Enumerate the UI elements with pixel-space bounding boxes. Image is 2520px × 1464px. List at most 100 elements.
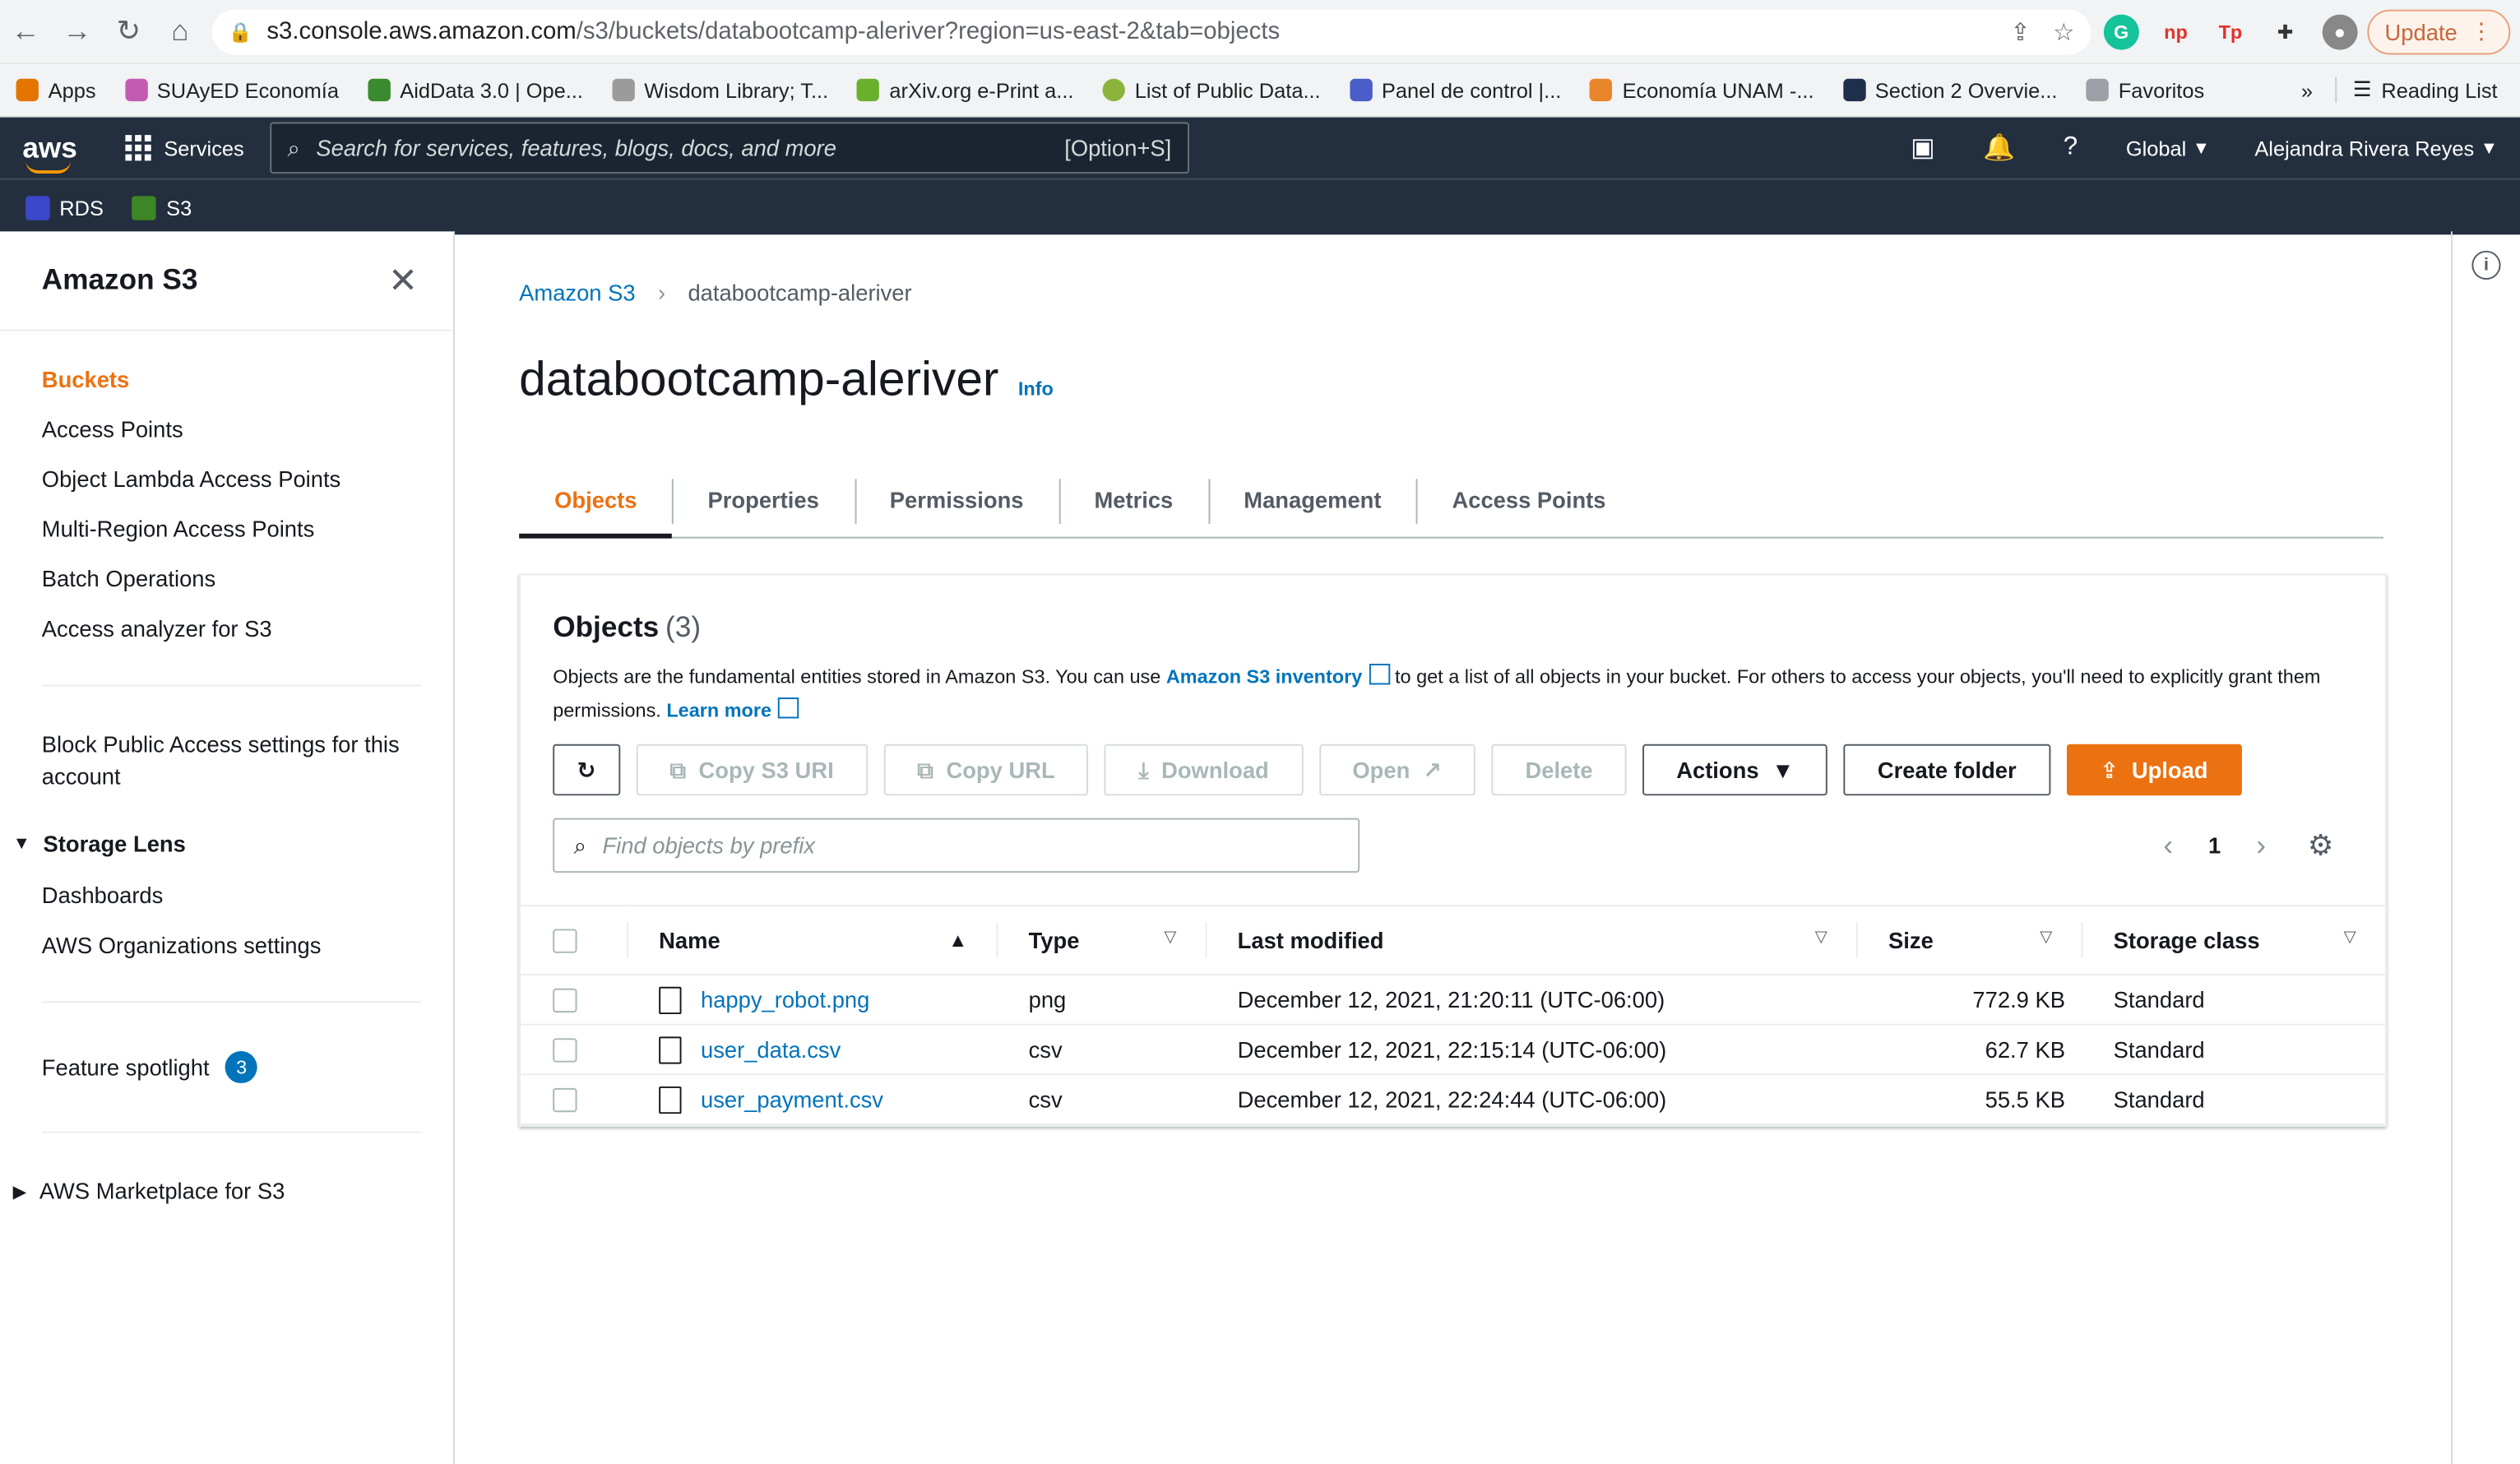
column-header-name[interactable]: Name ▲ (627, 905, 997, 976)
more-bookmarks-button[interactable]: » (2301, 78, 2313, 102)
tab-metrics[interactable]: Metrics (1058, 463, 1208, 537)
close-icon[interactable]: ✕ (388, 260, 418, 302)
sort-icon: ▽ (1164, 929, 1177, 947)
marketplace-section[interactable]: ▶ AWS Marketplace for S3 (0, 1165, 453, 1217)
divider (41, 1001, 421, 1003)
object-link[interactable]: user_payment.csv (701, 1086, 883, 1112)
column-header-type[interactable]: Type ▽ (996, 905, 1206, 976)
bookmark-arxiv[interactable]: arXiv.org e-Print a... (857, 78, 1073, 102)
extension-np-icon[interactable]: np (2158, 14, 2193, 49)
main-content: Amazon S3 › databootcamp-aleriver databo… (455, 231, 2520, 1464)
chevron-right-icon[interactable]: › (2256, 828, 2266, 862)
bookmark-panel[interactable]: Panel de control |... (1349, 78, 1561, 102)
info-icon[interactable]: i (2471, 250, 2501, 280)
home-icon[interactable]: ⌂ (155, 6, 206, 58)
create-folder-button[interactable]: Create folder (1843, 744, 2050, 796)
bookmark-section2[interactable]: Section 2 Overvie... (1842, 78, 2057, 102)
table-row[interactable]: happy_robot.png png December 12, 2021, 2… (521, 975, 2385, 1026)
button-label: Create folder (1877, 757, 2017, 783)
forward-icon[interactable]: → (52, 6, 104, 58)
bookmark-public-data[interactable]: List of Public Data... (1102, 78, 1321, 102)
sidebar-item-dashboards[interactable]: Dashboards (0, 869, 453, 920)
profile-avatar-icon[interactable]: ● (2322, 13, 2358, 49)
find-objects-input[interactable]: ⌕ Find objects by prefix (553, 818, 1360, 873)
select-all-checkbox[interactable] (553, 929, 577, 954)
aws-search-input[interactable]: ⌕ Search for services, features, blogs, … (270, 122, 1189, 174)
services-menu[interactable]: Services (125, 135, 244, 161)
refresh-button[interactable]: ↻ (553, 744, 620, 796)
sidebar-item-access-points[interactable]: Access Points (42, 403, 453, 453)
account-menu[interactable]: Alejandra Rivera Reyes ▾ (2254, 135, 2494, 160)
bookmark-economia[interactable]: Economía UNAM -... (1590, 77, 1814, 103)
sidebar-item-batch-operations[interactable]: Batch Operations (42, 553, 453, 603)
storage-lens-section[interactable]: ▼ Storage Lens (0, 818, 453, 870)
sidebar-item-org-settings[interactable]: AWS Organizations settings (0, 920, 453, 970)
copy-url-button[interactable]: ⧉ Copy URL (883, 744, 1089, 796)
grammarly-icon[interactable]: G (2103, 13, 2139, 49)
current-page[interactable]: 1 (2208, 832, 2221, 858)
reading-list-button[interactable]: ☰ Reading List (2335, 76, 2498, 104)
select-all-header (521, 905, 628, 976)
object-link[interactable]: happy_robot.png (701, 987, 869, 1012)
sidebar-item-multi-region[interactable]: Multi-Region Access Points (42, 503, 453, 554)
share-icon[interactable]: ⇪ (2010, 17, 2031, 45)
sidebar-item-object-lambda[interactable]: Object Lambda Access Points (42, 453, 453, 503)
help-icon[interactable]: ? (2064, 133, 2078, 162)
tab-management[interactable]: Management (1208, 463, 1416, 537)
actions-dropdown[interactable]: Actions ▼ (1642, 744, 1828, 796)
breadcrumb: Amazon S3 › databootcamp-aleriver (519, 280, 2520, 305)
bookmark-label: Economía UNAM -... (1622, 77, 1814, 103)
tab-access-points[interactable]: Access Points (1416, 463, 1641, 537)
page-title: databootcamp-aleriver (519, 353, 999, 407)
delete-button[interactable]: Delete (1491, 744, 1627, 796)
sidebar-item-access-analyzer[interactable]: Access analyzer for S3 (42, 603, 453, 653)
extension-tp-icon[interactable]: Tp (2212, 14, 2248, 49)
copy-s3-uri-button[interactable]: ⧉ Copy S3 URI (636, 744, 868, 796)
sidenav-title[interactable]: Amazon S3 (42, 263, 198, 297)
tab-objects[interactable]: Objects (519, 463, 674, 539)
favorite-rds[interactable]: RDS (25, 195, 104, 220)
column-header-last-modified[interactable]: Last modified ▽ (1205, 905, 1856, 976)
external-link-icon (777, 697, 799, 719)
upload-button[interactable]: ⇪ Upload (2066, 744, 2242, 796)
column-header-storage-class[interactable]: Storage class ▽ (2081, 905, 2385, 976)
address-bar[interactable]: 🔒 s3.console.aws.amazon.com/s3/buckets/d… (211, 8, 2091, 54)
sidebar-item-block-public-access[interactable]: Block Public Access settings for this ac… (0, 718, 453, 802)
column-header-size[interactable]: Size ▽ (1855, 905, 2082, 976)
puzzle-icon[interactable]: ✚ (2268, 14, 2303, 49)
bookmark-aiddata[interactable]: AidData 3.0 | Ope... (368, 78, 583, 102)
favorite-s3[interactable]: S3 (132, 195, 192, 220)
sidebar-item-buckets[interactable]: Buckets (42, 354, 453, 404)
object-link[interactable]: user_data.csv (701, 1036, 841, 1062)
gear-icon[interactable]: ⚙ (2308, 828, 2334, 862)
last-modified-cell: December 12, 2021, 22:24:44 (UTC-06:00) (1205, 1074, 1856, 1125)
download-button[interactable]: ⤓ Download (1105, 744, 1303, 796)
tab-properties[interactable]: Properties (672, 463, 855, 537)
update-button[interactable]: Update ⋮ (2367, 8, 2511, 54)
aws-logo[interactable]: aws (22, 131, 96, 174)
reload-icon[interactable]: ↻ (103, 6, 155, 58)
tab-permissions[interactable]: Permissions (854, 463, 1059, 537)
open-button[interactable]: Open ↗ (1318, 744, 1475, 796)
info-link[interactable]: Info (1018, 378, 1054, 400)
row-checkbox[interactable] (553, 1039, 577, 1063)
bookmark-favoritos[interactable]: Favoritos (2086, 78, 2204, 102)
learn-more-link[interactable]: Learn more (666, 699, 771, 721)
notifications-bell-icon[interactable]: 🔔 (1983, 132, 2015, 164)
row-checkbox[interactable] (553, 1088, 577, 1113)
table-row[interactable]: user_payment.csv csv December 12, 2021, … (521, 1074, 2385, 1125)
breadcrumb-root[interactable]: Amazon S3 (519, 280, 635, 305)
table-row[interactable]: user_data.csv csv December 12, 2021, 22:… (521, 1024, 2385, 1076)
region-selector[interactable]: Global ▾ (2126, 135, 2207, 160)
bookmark-wisdom[interactable]: Wisdom Library; T... (612, 78, 828, 102)
inventory-link[interactable]: Amazon S3 inventory (1166, 665, 1362, 688)
back-icon[interactable]: ← (0, 6, 52, 58)
cloudshell-icon[interactable]: ▣ (1911, 132, 1935, 164)
bookmark-apps[interactable]: Apps (16, 78, 96, 102)
bookmark-star-icon[interactable]: ☆ (2053, 17, 2074, 45)
breadcrumb-current: databootcamp-aleriver (688, 280, 912, 306)
bookmark-suayed[interactable]: SUAyED Economía (124, 78, 339, 102)
feature-spotlight[interactable]: Feature spotlight 3 (0, 1035, 453, 1099)
chevron-left-icon[interactable]: ‹ (2163, 828, 2173, 862)
row-checkbox[interactable] (553, 989, 577, 1013)
